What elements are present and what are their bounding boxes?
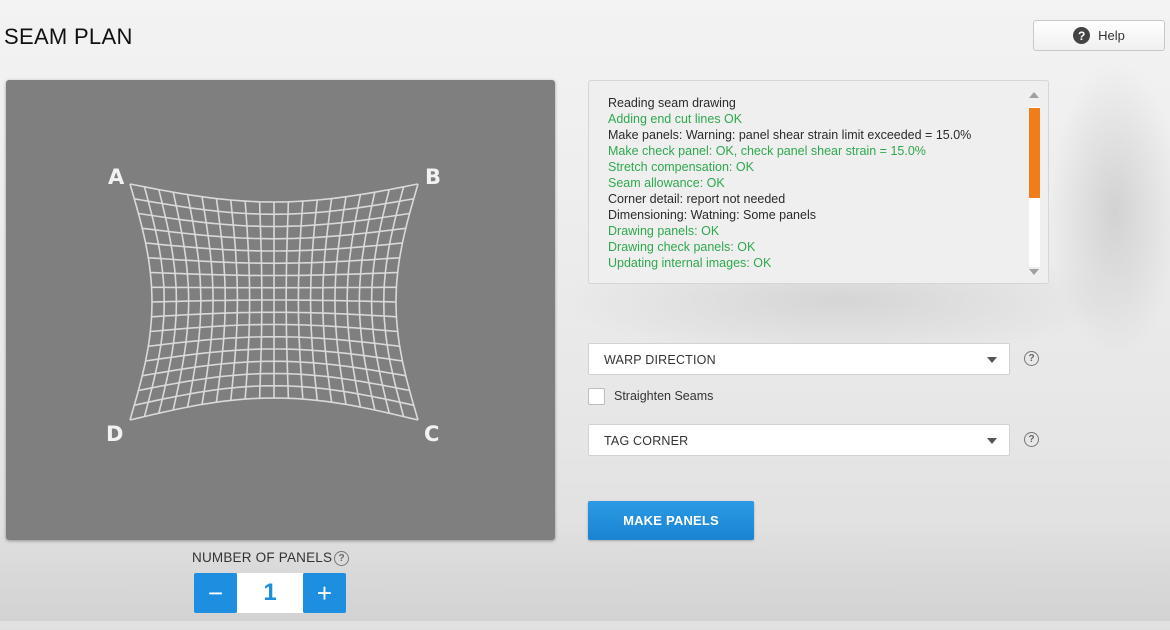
tag-corner-value: TAG CORNER <box>604 434 689 448</box>
decrement-button[interactable]: − <box>194 573 237 613</box>
scroll-up-icon[interactable] <box>1029 92 1039 98</box>
number-of-panels-label: NUMBER OF PANELS <box>192 550 333 565</box>
log-line: Updating internal images: OK <box>608 256 772 270</box>
log-scrollbar[interactable] <box>1026 87 1042 277</box>
panel-count-value[interactable]: 1 <box>237 573 303 613</box>
seam-plan-canvas[interactable]: A B C D <box>6 80 555 540</box>
panel-mesh <box>129 183 419 421</box>
mesh-cross-line <box>129 183 419 203</box>
warp-direction-info-icon[interactable]: ? <box>1024 351 1039 366</box>
chevron-down-icon <box>987 438 997 444</box>
question-circle-icon: ? <box>1073 27 1091 44</box>
mesh-seam-line <box>395 183 419 421</box>
corner-label-c: C <box>424 422 440 446</box>
scroll-down-icon[interactable] <box>1029 269 1039 275</box>
log-line: Drawing check panels: OK <box>608 240 756 254</box>
corner-label-a: A <box>108 165 125 189</box>
log-line: Stretch compensation: OK <box>608 160 754 174</box>
log-line: Make check panel: OK, check panel shear … <box>608 144 926 158</box>
help-label: Help <box>1098 28 1125 43</box>
log-line: Reading seam drawing <box>608 96 736 110</box>
tag-corner-select[interactable]: TAG CORNER <box>588 424 1010 456</box>
tag-corner-info-icon[interactable]: ? <box>1024 432 1039 447</box>
chevron-down-icon <box>987 357 997 363</box>
number-of-panels-info-icon[interactable]: ? <box>334 551 349 566</box>
log-line: Drawing panels: OK <box>608 224 720 238</box>
log-line: Corner detail: report not needed <box>608 192 786 206</box>
help-button[interactable]: ? Help <box>1033 20 1165 51</box>
straighten-seams-checkbox[interactable] <box>588 388 605 405</box>
increment-button[interactable]: + <box>303 573 346 613</box>
warp-direction-select[interactable]: WARP DIRECTION <box>588 343 1010 375</box>
mesh-cross-line <box>151 286 397 289</box>
number-of-panels-stepper: − 1 + <box>194 573 346 613</box>
log-lines: Reading seam drawing Adding end cut lines… <box>608 95 971 271</box>
log-line: Dimensioning: Watning: Some panels <box>608 208 816 222</box>
log-line: Make panels: Warning: panel shear strain… <box>608 128 972 142</box>
straighten-seams-label: Straighten Seams <box>614 389 714 403</box>
page-title: SEAM PLAN <box>4 24 133 49</box>
warp-direction-value: WARP DIRECTION <box>604 353 716 367</box>
corner-label-b: B <box>425 165 442 189</box>
corner-label-d: D <box>106 422 124 446</box>
mesh-seam-line <box>129 183 153 421</box>
process-log[interactable]: Reading seam drawing Adding end cut lines… <box>588 80 1049 284</box>
scroll-thumb[interactable] <box>1029 108 1040 198</box>
log-line: Adding end cut lines OK <box>608 112 743 126</box>
log-line: Seam allowance: OK <box>608 176 725 190</box>
background-tree <box>1050 60 1170 360</box>
make-panels-button[interactable]: MAKE PANELS <box>588 501 754 540</box>
